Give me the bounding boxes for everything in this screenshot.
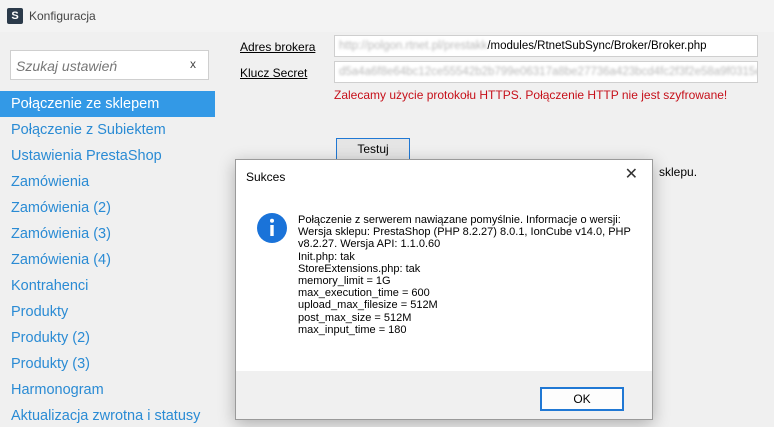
- nav-item-polaczenie-ze-sklepem[interactable]: Połączenie ze sklepem: [0, 91, 215, 117]
- settings-nav-list: Połączenie ze sklepem Połączenie z Subie…: [0, 91, 215, 427]
- message-line: StoreExtensions.php: tak: [298, 262, 421, 275]
- nav-item-aktualizacja-zwrotna[interactable]: Aktualizacja zwrotna i statusy: [0, 403, 215, 427]
- message-line: max_execution_time = 600: [298, 287, 430, 300]
- message-line: Wersja sklepu: PrestaShop (PHP 8.2.27) 8…: [298, 226, 634, 251]
- broker-address-redacted: http://polgon.rtnet.pl/prestakk: [339, 40, 488, 52]
- app-icon: S: [7, 8, 23, 24]
- dialog-footer: OK: [236, 371, 652, 419]
- ok-button[interactable]: OK: [540, 387, 624, 411]
- nav-item-produkty-3[interactable]: Produkty (3): [0, 351, 215, 377]
- message-line: memory_limit = 1G: [298, 275, 391, 288]
- status-text-partial: sklepu.: [659, 165, 698, 179]
- message-line: post_max_size = 512M: [298, 311, 412, 324]
- dialog-body: Połączenie z serwerem nawiązane pomyślni…: [236, 192, 652, 371]
- broker-address-field[interactable]: http://polgon.rtnet.pl/prestakk/modules/…: [334, 35, 758, 57]
- https-warning: Zalecamy użycie protokołu HTTPS. Połącze…: [334, 88, 728, 102]
- window-titlebar: S Konfiguracja: [0, 0, 774, 32]
- broker-address-label: Adres brokera: [240, 40, 316, 54]
- nav-item-zamowienia-2[interactable]: Zamówienia (2): [0, 195, 215, 221]
- window-title: Konfiguracja: [29, 9, 96, 23]
- secret-key-label: Klucz Secret: [240, 66, 308, 80]
- message-line: max_input_time = 180: [298, 323, 407, 336]
- secret-key-field[interactable]: d5a4a6f8e64bc12ce55542b2b799e06317a8be27…: [334, 61, 758, 83]
- info-icon: [257, 213, 287, 243]
- nav-item-zamowienia-4[interactable]: Zamówienia (4): [0, 247, 215, 273]
- nav-item-produkty[interactable]: Produkty: [0, 299, 215, 325]
- nav-item-produkty-2[interactable]: Produkty (2): [0, 325, 215, 351]
- message-line: upload_max_filesize = 512M: [298, 299, 438, 312]
- success-dialog: Sukces ✕ Połączenie z serwerem nawiązane…: [235, 159, 653, 420]
- settings-sidebar: x Połączenie ze sklepem Połączenie z Sub…: [0, 32, 219, 427]
- dialog-close-button[interactable]: ✕: [625, 167, 638, 183]
- nav-item-harmonogram[interactable]: Harmonogram: [0, 377, 215, 403]
- dialog-title: Sukces: [246, 170, 286, 184]
- nav-item-zamowienia-3[interactable]: Zamówienia (3): [0, 221, 215, 247]
- test-connection-button[interactable]: Testuj: [336, 138, 410, 160]
- message-line: Init.php: tak: [298, 250, 355, 263]
- dialog-titlebar: Sukces ✕: [236, 160, 652, 192]
- nav-item-polaczenie-z-subiektem[interactable]: Połączenie z Subiektem: [0, 117, 215, 143]
- nav-item-kontrahenci[interactable]: Kontrahenci: [0, 273, 215, 299]
- nav-item-zamowienia[interactable]: Zamówienia: [0, 169, 215, 195]
- broker-address-path: /modules/RtnetSubSync/Broker/Broker.php: [487, 40, 707, 52]
- message-line: Połączenie z serwerem nawiązane pomyślni…: [298, 214, 621, 226]
- dialog-message: Połączenie z serwerem nawiązane pomyślni…: [298, 214, 642, 336]
- settings-search-input[interactable]: [16, 56, 181, 76]
- settings-search-box: x: [10, 50, 209, 80]
- search-clear-button[interactable]: x: [190, 57, 196, 71]
- nav-item-ustawienia-prestashop[interactable]: Ustawienia PrestaShop: [0, 143, 215, 169]
- secret-key-redacted: d5a4a6f8e64bc12ce55542b2b799e06317a8be27…: [339, 66, 758, 78]
